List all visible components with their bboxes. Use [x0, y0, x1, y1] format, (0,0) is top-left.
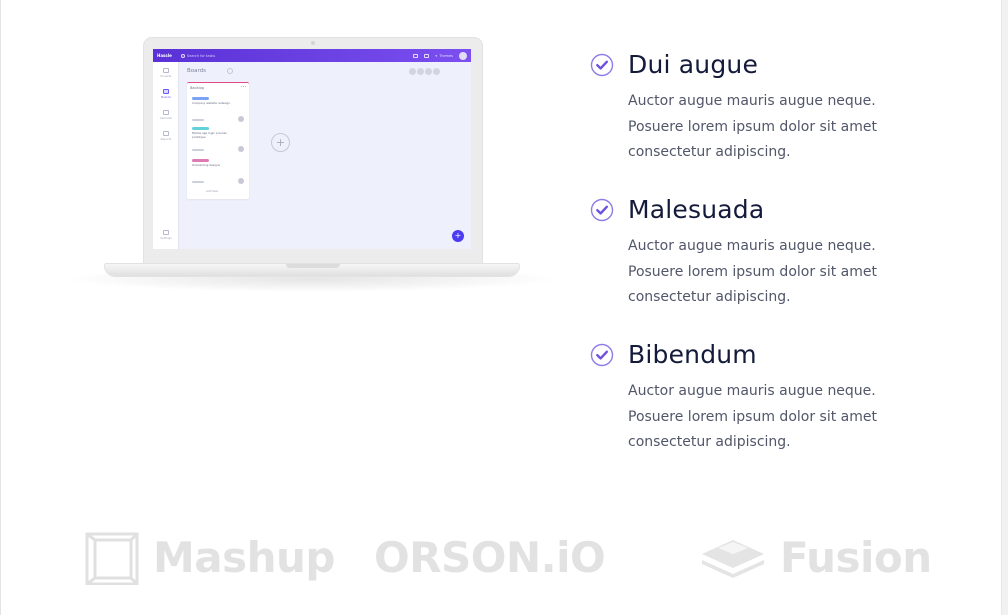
app-sidebar-label: Boards: [161, 95, 171, 99]
app-sidebar-item-projects: Projects: [153, 68, 179, 78]
laptop-base: [104, 263, 520, 277]
card-text: Company website redesign.: [192, 101, 231, 105]
laptop-screen: Hassle Search for tasks ▾ Themes Project…: [153, 49, 471, 249]
avatar: [238, 116, 244, 122]
page-left-border: [0, 0, 1, 615]
avatar: [238, 178, 244, 184]
laptop-mockup: Hassle Search for tasks ▾ Themes Project…: [62, 34, 562, 292]
card-tag: [192, 159, 209, 162]
logo-fusion: Fusion: [700, 530, 932, 586]
app-column-title: Backlog: [190, 86, 204, 90]
app-fab-button: +: [452, 230, 464, 242]
feature-item: Dui augue Auctor augue mauris augue nequ…: [590, 50, 920, 170]
logo-text: Mashup: [153, 533, 336, 582]
feature-description: Auctor augue mauris augue neque. Posuere…: [628, 93, 877, 160]
card-tag: [192, 127, 209, 130]
app-board-column: Backlog Company website redesign. Mobile…: [187, 82, 249, 199]
feature-title: Malesuada: [628, 195, 765, 224]
board-icon: [163, 89, 169, 94]
app-sidebar-item-calendar: Calendar: [153, 110, 179, 120]
feature-title: Dui augue: [628, 50, 759, 79]
app-sidebar: Projects Boards Calendar Reports Setting…: [153, 62, 179, 249]
app-task-card: Mobile app login process prototype: [190, 125, 246, 152]
laptop-notch: [286, 264, 340, 268]
app-search-placeholder: Search for tasks: [187, 53, 216, 58]
calendar-icon: [163, 110, 169, 115]
feature-item: Bibendum Auctor augue mauris augue neque…: [590, 340, 920, 460]
check-circle-icon: [590, 53, 614, 77]
app-sidebar-label: Settings: [160, 236, 172, 240]
avatar: [417, 68, 424, 75]
add-column-icon: +: [271, 133, 290, 152]
app-top-bar: Hassle Search for tasks ▾ Themes: [153, 49, 471, 62]
card-meta: [192, 149, 204, 151]
logo-text: Fusion: [780, 533, 932, 582]
app-sidebar-label: Reports: [160, 137, 172, 141]
app-task-card: Onboarding designs: [190, 157, 246, 184]
app-sidebar-item-settings: Settings: [153, 230, 179, 240]
card-text: Mobile app login process prototype: [192, 131, 227, 139]
app-member-avatars: [409, 68, 440, 75]
app-task-card: Company website redesign.: [190, 95, 246, 122]
add-task-label: Add task: [206, 189, 219, 193]
feature-description: Auctor augue mauris augue neque. Posuere…: [628, 383, 877, 450]
logo-mashup: Mashup: [85, 530, 336, 586]
avatar: [238, 146, 244, 152]
more-icon: [241, 86, 246, 87]
avatar: [425, 68, 432, 75]
app-sidebar-item-reports: Reports: [153, 131, 179, 141]
check-circle-icon: [590, 198, 614, 222]
chart-icon: [163, 131, 169, 136]
frame-icon: [85, 532, 139, 585]
app-sidebar-label: Calendar: [159, 116, 173, 120]
card-tag: [192, 97, 209, 100]
app-brand: Hassle: [157, 53, 172, 58]
chevron-down-icon: ▾: [435, 53, 438, 58]
app-boards-title: Boards: [187, 68, 207, 74]
gear-icon: [163, 230, 169, 235]
laptop-camera: [311, 41, 315, 45]
logo-text: ORSON.iO: [374, 533, 606, 582]
avatar: [433, 68, 440, 75]
avatar: [409, 68, 416, 75]
feature-item: Malesuada Auctor augue mauris augue nequ…: [590, 195, 920, 315]
card-text: Onboarding designs: [192, 163, 221, 167]
app-sidebar-label: Projects: [160, 74, 172, 78]
feature-description: Auctor augue mauris augue neque. Posuere…: [628, 238, 877, 305]
app-team-label: Themes: [439, 53, 453, 58]
app-sidebar-item-boards: Boards: [153, 89, 179, 99]
bell-icon: [424, 53, 430, 58]
page-scrollbar-track[interactable]: [1001, 0, 1008, 615]
search-icon: [181, 53, 185, 58]
card-meta: [192, 119, 204, 121]
folder-icon: [163, 68, 169, 73]
card-meta: [192, 181, 204, 183]
layers-icon: [702, 540, 764, 578]
add-board-icon: [227, 68, 233, 74]
app-team: ▾ Themes: [435, 54, 453, 58]
app-avatar: [459, 51, 467, 60]
laptop-lid: Hassle Search for tasks ▾ Themes Project…: [143, 37, 483, 265]
logo-orson: ORSON.iO: [374, 530, 606, 586]
feature-title: Bibendum: [628, 340, 757, 369]
app-search: Search for tasks: [181, 53, 407, 58]
check-circle-icon: [590, 343, 614, 367]
grid-icon: [413, 53, 419, 58]
